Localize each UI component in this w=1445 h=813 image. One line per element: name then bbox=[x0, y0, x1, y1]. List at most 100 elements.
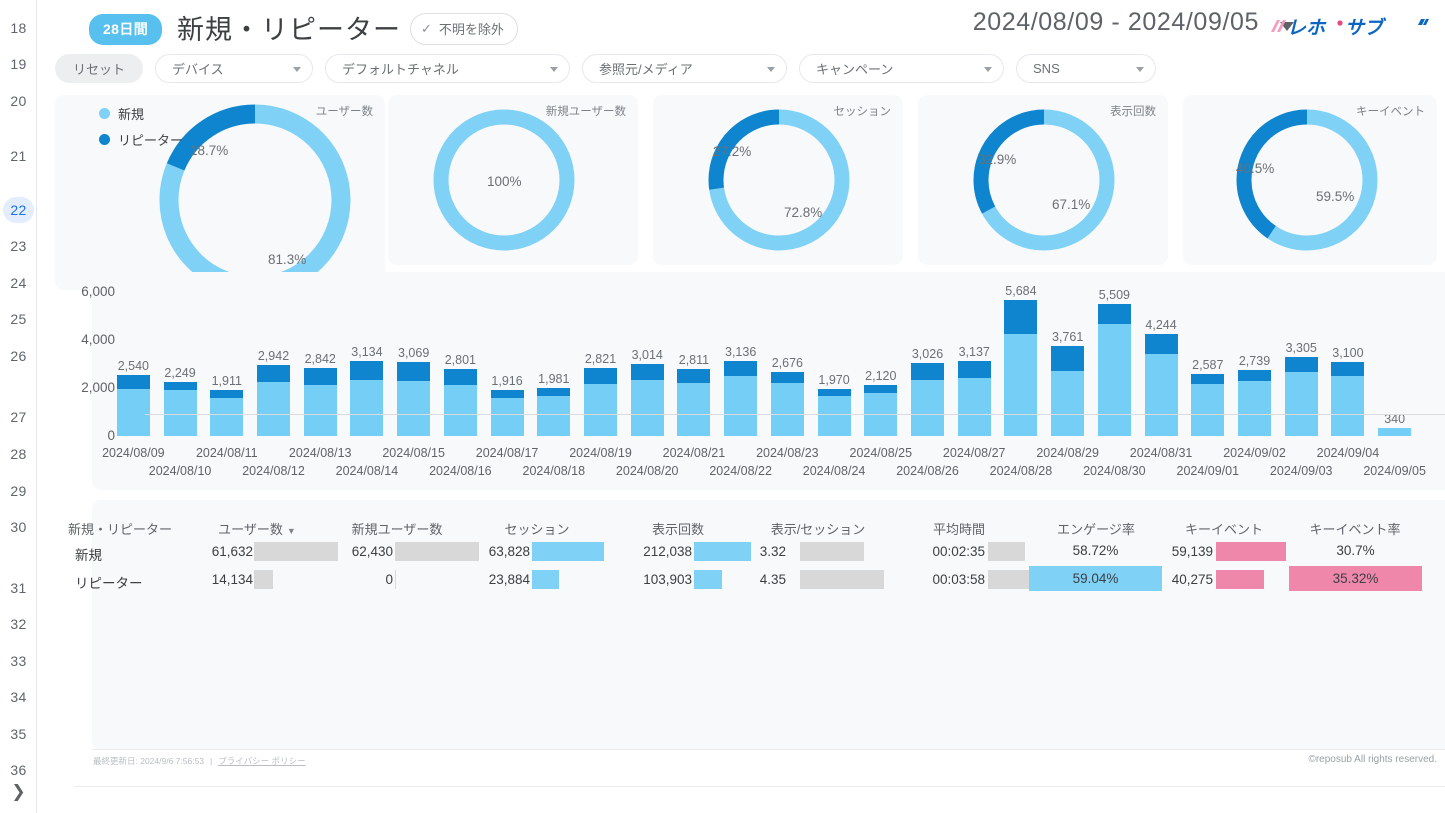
rail-item-27[interactable]: 27 bbox=[3, 404, 34, 430]
filter-select-3[interactable]: 参照元/メディア bbox=[582, 54, 787, 83]
table-header-7[interactable]: 平均時間 bbox=[879, 519, 1039, 538]
bar-segment-repeat bbox=[1051, 346, 1084, 371]
table-bar-key_events bbox=[1216, 570, 1264, 589]
rail-item-33[interactable]: 33 bbox=[3, 648, 34, 674]
table-header-10[interactable]: キーイベント率 bbox=[1275, 519, 1435, 538]
chevron-down-icon[interactable] bbox=[293, 67, 301, 72]
rail-item-34[interactable]: 34 bbox=[3, 684, 34, 710]
rail-item-30[interactable]: 30 bbox=[3, 514, 34, 540]
table-cell-new_users: 0 bbox=[263, 572, 393, 587]
rail-item-23[interactable]: 23 bbox=[3, 233, 34, 259]
bar-total-label: 3,134 bbox=[351, 345, 382, 359]
rail-item-31[interactable]: 31 bbox=[3, 575, 34, 601]
bar-total-label: 3,026 bbox=[912, 347, 943, 361]
bar-column[interactable]: 3,100 bbox=[1331, 362, 1364, 436]
bar-total-label: 2,540 bbox=[118, 359, 149, 373]
page-rail: 18192021222324252627282930313233343536❯ bbox=[0, 0, 37, 813]
bar-total-label: 3,069 bbox=[398, 346, 429, 360]
bar-column[interactable]: 2,540 bbox=[117, 375, 150, 436]
filter-select-4[interactable]: キャンペーン bbox=[799, 54, 1004, 83]
bar-segment-repeat bbox=[584, 368, 617, 384]
table-header-2[interactable]: ユーザー数▼ bbox=[177, 519, 337, 538]
bar-column[interactable]: 2,821 bbox=[584, 368, 617, 436]
rail-item-26[interactable]: 26 bbox=[3, 343, 34, 369]
rail-item-29[interactable]: 29 bbox=[3, 478, 34, 504]
sort-descending-icon[interactable]: ▼ bbox=[287, 526, 296, 536]
rail-item-20[interactable]: 20 bbox=[3, 88, 34, 114]
table-header-4[interactable]: セッション bbox=[457, 519, 617, 538]
copyright-label: ©reposub All rights reserved. bbox=[1308, 754, 1437, 765]
bar-column[interactable]: 1,981 bbox=[537, 388, 570, 436]
bar-column[interactable]: 3,026 bbox=[911, 363, 944, 436]
table-header-5[interactable]: 表示回数 bbox=[598, 519, 758, 538]
bar-column[interactable]: 2,587 bbox=[1191, 374, 1224, 436]
rail-item-22[interactable]: 22 bbox=[3, 197, 34, 223]
bar-segment-repeat bbox=[771, 372, 804, 383]
table-header-1[interactable]: 新規・リピーター bbox=[40, 519, 200, 538]
rail-item-32[interactable]: 32 bbox=[3, 611, 34, 637]
bar-segment-repeat bbox=[1004, 300, 1037, 335]
footer-divider bbox=[92, 749, 1445, 750]
bar-column[interactable]: 2,811 bbox=[677, 369, 710, 436]
x-axis-tick: 2024/08/10 bbox=[132, 464, 228, 478]
filter-select-2[interactable]: デフォルトチャネル bbox=[325, 54, 570, 83]
bar-column[interactable]: 2,942 bbox=[257, 365, 290, 436]
bar-column[interactable]: 2,120 bbox=[864, 385, 897, 436]
bar-column[interactable]: 2,801 bbox=[444, 369, 477, 436]
bar-segment-repeat bbox=[537, 388, 570, 395]
date-range-value[interactable]: 2024/08/09 - 2024/09/05 bbox=[973, 8, 1259, 37]
donut-value-label: 32.9% bbox=[978, 152, 1016, 167]
rail-item-28[interactable]: 28 bbox=[3, 441, 34, 467]
exclude-unknown-chip[interactable]: ✓ 不明を除外 bbox=[410, 13, 518, 45]
filter-select-1[interactable]: デバイス bbox=[155, 54, 313, 83]
rail-item-25[interactable]: 25 bbox=[3, 306, 34, 332]
filter-reset-button[interactable]: リセット bbox=[55, 54, 143, 83]
bar-column[interactable]: 3,014 bbox=[631, 364, 664, 436]
rail-item-21[interactable]: 21 bbox=[3, 143, 34, 169]
bar-column[interactable]: 5,684 bbox=[1004, 300, 1037, 436]
bar-segment-repeat bbox=[491, 390, 524, 398]
x-axis-tick: 2024/08/26 bbox=[880, 464, 976, 478]
rail-item-24[interactable]: 24 bbox=[3, 270, 34, 296]
bar-column[interactable]: 2,842 bbox=[304, 368, 337, 436]
table-cell-sessions: 63,828 bbox=[400, 544, 530, 559]
bar-segment-repeat bbox=[304, 368, 337, 385]
table-header-3[interactable]: 新規ユーザー数 bbox=[317, 519, 477, 538]
bar-column[interactable]: 3,069 bbox=[397, 362, 430, 436]
donut-value-label: 27.2% bbox=[713, 144, 751, 159]
bar-column[interactable]: 3,761 bbox=[1051, 346, 1084, 436]
legend-color-swatch bbox=[99, 108, 110, 119]
bar-column[interactable]: 340 bbox=[1378, 428, 1411, 436]
bar-column[interactable]: 2,249 bbox=[164, 382, 197, 436]
table-cell-users: 14,134 bbox=[123, 572, 253, 587]
bar-column[interactable]: 4,244 bbox=[1145, 334, 1178, 436]
table-header-6[interactable]: 表示/セッション bbox=[738, 519, 898, 538]
rail-item-35[interactable]: 35 bbox=[3, 721, 34, 747]
rail-item-18[interactable]: 18 bbox=[3, 15, 34, 41]
chevron-down-icon[interactable] bbox=[984, 67, 992, 72]
bar-column[interactable]: 3,134 bbox=[350, 361, 383, 436]
bar-column[interactable]: 2,676 bbox=[771, 372, 804, 436]
bar-column[interactable]: 3,137 bbox=[958, 361, 991, 436]
bar-segment-repeat bbox=[677, 369, 710, 384]
bar-column[interactable]: 3,305 bbox=[1285, 357, 1318, 436]
bar-column[interactable]: 2,739 bbox=[1238, 370, 1271, 436]
filter-select-5[interactable]: SNS bbox=[1016, 54, 1156, 83]
privacy-policy-link[interactable]: プライバシー ポリシー bbox=[218, 755, 305, 767]
rail-item-19[interactable]: 19 bbox=[3, 51, 34, 77]
chevron-down-icon[interactable] bbox=[1136, 67, 1144, 72]
legend-item-1[interactable]: 新規 bbox=[99, 104, 183, 123]
legend-item-2[interactable]: リピーター bbox=[99, 130, 183, 149]
bar-segment-repeat bbox=[397, 362, 430, 380]
bar-total-label: 2,942 bbox=[258, 349, 289, 363]
period-badge[interactable]: 28日間 bbox=[89, 14, 162, 45]
x-axis-tick: 2024/08/13 bbox=[272, 446, 368, 460]
chevron-right-icon[interactable]: ❯ bbox=[3, 779, 34, 805]
bar-segment-repeat bbox=[631, 364, 664, 381]
chevron-down-icon[interactable] bbox=[550, 67, 558, 72]
report-page: 28日間 新規・リピーター ✓ 不明を除外 2024/08/09 - 2024/… bbox=[37, 0, 1445, 813]
bar-column[interactable]: 1,970 bbox=[818, 389, 851, 436]
bar-column[interactable]: 5,509 bbox=[1098, 304, 1131, 436]
bar-column[interactable]: 3,136 bbox=[724, 361, 757, 436]
chevron-down-icon[interactable] bbox=[767, 67, 775, 72]
